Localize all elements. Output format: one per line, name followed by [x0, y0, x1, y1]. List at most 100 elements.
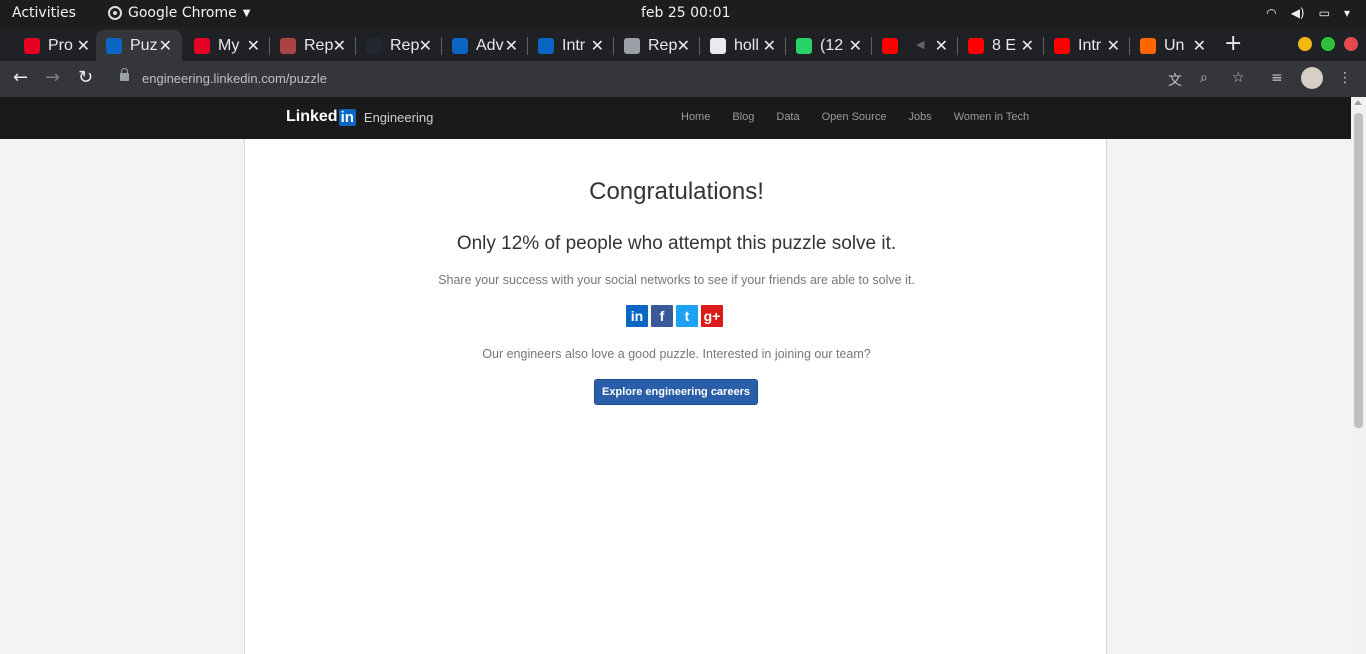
app-menu[interactable]: Google Chrome ▼: [108, 5, 250, 21]
tab-7[interactable]: Rep ✕: [614, 30, 700, 61]
social-share-buttons: in f t g+: [626, 305, 723, 327]
new-tab-button[interactable]: +: [1224, 31, 1242, 56]
tab-6[interactable]: Intr ✕: [528, 30, 614, 61]
close-tab-icon[interactable]: ✕: [77, 36, 90, 56]
tab-12[interactable]: Intr ✕: [1044, 30, 1130, 61]
careers-prompt: Our engineers also love a good puzzle. I…: [482, 347, 871, 361]
tab-3[interactable]: Rep ✕: [270, 30, 356, 61]
tab-title: Rep: [648, 36, 678, 54]
nav-open-source[interactable]: Open Source: [822, 111, 887, 123]
linkedin-share-icon[interactable]: in: [626, 305, 648, 327]
close-tab-icon[interactable]: ✕: [1021, 36, 1034, 56]
close-tab-icon[interactable]: ✕: [935, 36, 948, 56]
facebook-share-icon[interactable]: f: [651, 305, 673, 327]
logo-suffix: Engineering: [363, 109, 434, 125]
tab-title: Pro: [48, 36, 73, 54]
clock[interactable]: feb 25 00:01: [641, 5, 731, 21]
tab-0[interactable]: Pro ✕: [14, 30, 100, 61]
tab-title: holl: [734, 36, 759, 54]
close-tab-icon[interactable]: ✕: [333, 36, 346, 56]
lock-icon[interactable]: [120, 68, 129, 81]
translate-icon[interactable]: 文: [1168, 70, 1182, 90]
linkedin-engineering-logo[interactable]: Linked in Engineering: [286, 108, 433, 126]
battery-icon: ▭: [1318, 6, 1330, 20]
close-tab-icon[interactable]: ✕: [1193, 36, 1206, 56]
nav-home[interactable]: Home: [681, 111, 710, 123]
address-bar[interactable]: engineering.linkedin.com/puzzle: [108, 65, 1258, 93]
forward-icon[interactable]: →: [45, 67, 60, 88]
pinterest-like-icon: [194, 37, 210, 54]
avatar[interactable]: [1301, 67, 1323, 89]
page-scrollbar[interactable]: [1351, 97, 1366, 654]
tab-1[interactable]: Puz ✕: [96, 30, 182, 61]
volume-icon: ◀): [1290, 6, 1305, 20]
logo-in-mark: in: [338, 108, 356, 126]
page-viewport: Linked in Engineering Home Blog Data Ope…: [0, 97, 1366, 654]
tab-title: (12: [820, 36, 844, 54]
close-tab-icon[interactable]: ✕: [247, 36, 260, 56]
wifi-icon: ◠: [1266, 6, 1277, 20]
linkedin-icon: [452, 37, 468, 54]
youtube-icon: [882, 37, 898, 54]
url-text[interactable]: engineering.linkedin.com/puzzle: [142, 71, 327, 86]
ycombinator-icon: [1140, 37, 1156, 54]
tab-8[interactable]: holl ✕: [700, 30, 786, 61]
result-subtitle: Only 12% of people who attempt this puzz…: [456, 233, 897, 254]
maximize-button[interactable]: [1321, 37, 1335, 51]
tab-10[interactable]: ◀ ✕: [872, 30, 958, 61]
tab-9[interactable]: (12 ✕: [786, 30, 872, 61]
chrome-icon: [108, 6, 122, 20]
muted-audio-icon[interactable]: ◀: [916, 38, 924, 51]
close-tab-icon[interactable]: ✕: [505, 36, 518, 56]
linkedin-icon: [106, 37, 122, 54]
minimize-button[interactable]: [1298, 37, 1312, 51]
tab-title: Rep: [304, 36, 334, 54]
chrome-menu-icon[interactable]: ⋮: [1338, 70, 1352, 86]
scroll-up-icon[interactable]: [1354, 100, 1362, 105]
whatsapp-icon: [796, 37, 812, 54]
close-tab-icon[interactable]: ✕: [849, 36, 862, 56]
tab-5[interactable]: Adv ✕: [442, 30, 528, 61]
activities-button[interactable]: Activities: [12, 5, 76, 21]
media-control-icon[interactable]: ≡: [1271, 70, 1283, 86]
tab-4[interactable]: Rep ✕: [356, 30, 442, 61]
twitter-share-icon[interactable]: t: [676, 305, 698, 327]
system-tray[interactable]: ◠ ◀) ▭ ▾: [1266, 6, 1350, 20]
app-name: Google Chrome: [128, 5, 237, 21]
youtube-icon: [968, 37, 984, 54]
site-nav-links: Home Blog Data Open Source Jobs Women in…: [681, 111, 1029, 123]
explore-careers-button[interactable]: Explore engineering careers: [594, 379, 758, 405]
tab-title: 8 E: [992, 36, 1017, 54]
nav-women-in-tech[interactable]: Women in Tech: [954, 111, 1029, 123]
close-tab-icon[interactable]: ✕: [763, 36, 776, 56]
tab-title: Intr: [562, 36, 586, 54]
back-icon[interactable]: ←: [13, 67, 28, 88]
nav-blog[interactable]: Blog: [732, 111, 754, 123]
system-top-bar: Activities Google Chrome ▼ feb 25 00:01 …: [0, 0, 1366, 27]
tab-title: Rep: [390, 36, 420, 54]
googleplus-share-icon[interactable]: g+: [701, 305, 723, 327]
tab-title: Puz: [130, 36, 158, 54]
zoom-icon[interactable]: ⌕: [1200, 70, 1208, 86]
scrollbar-thumb[interactable]: [1354, 113, 1363, 428]
bookmark-star-icon[interactable]: ☆: [1232, 70, 1245, 86]
close-window-button[interactable]: [1344, 37, 1358, 51]
nav-data[interactable]: Data: [776, 111, 799, 123]
tab-2[interactable]: My ✕: [184, 30, 270, 61]
tab-13[interactable]: Un ✕: [1130, 30, 1216, 61]
puzzle-result-card: Congratulations! Only 12% of people who …: [244, 139, 1107, 654]
close-tab-icon[interactable]: ✕: [419, 36, 432, 56]
tab-11[interactable]: 8 E ✕: [958, 30, 1044, 61]
close-tab-icon[interactable]: ✕: [677, 36, 690, 56]
tab-title: Adv: [476, 36, 504, 54]
tab-title: Intr: [1078, 36, 1102, 54]
close-tab-icon[interactable]: ✕: [591, 36, 604, 56]
close-tab-icon[interactable]: ✕: [159, 36, 172, 56]
close-tab-icon[interactable]: ✕: [1107, 36, 1120, 56]
browser-toolbar: ← → ↻ engineering.linkedin.com/puzzle 文 …: [0, 61, 1366, 97]
app-icon: [366, 37, 382, 54]
reload-icon[interactable]: ↻: [78, 67, 93, 88]
tab-strip: Pro ✕ Puz ✕ My ✕ Rep ✕ Rep ✕ Adv ✕ Intr ✕ Rep ✕ holl ✕ (12…: [0, 27, 1366, 61]
page-title: Congratulations!: [589, 178, 764, 205]
nav-jobs[interactable]: Jobs: [908, 111, 931, 123]
